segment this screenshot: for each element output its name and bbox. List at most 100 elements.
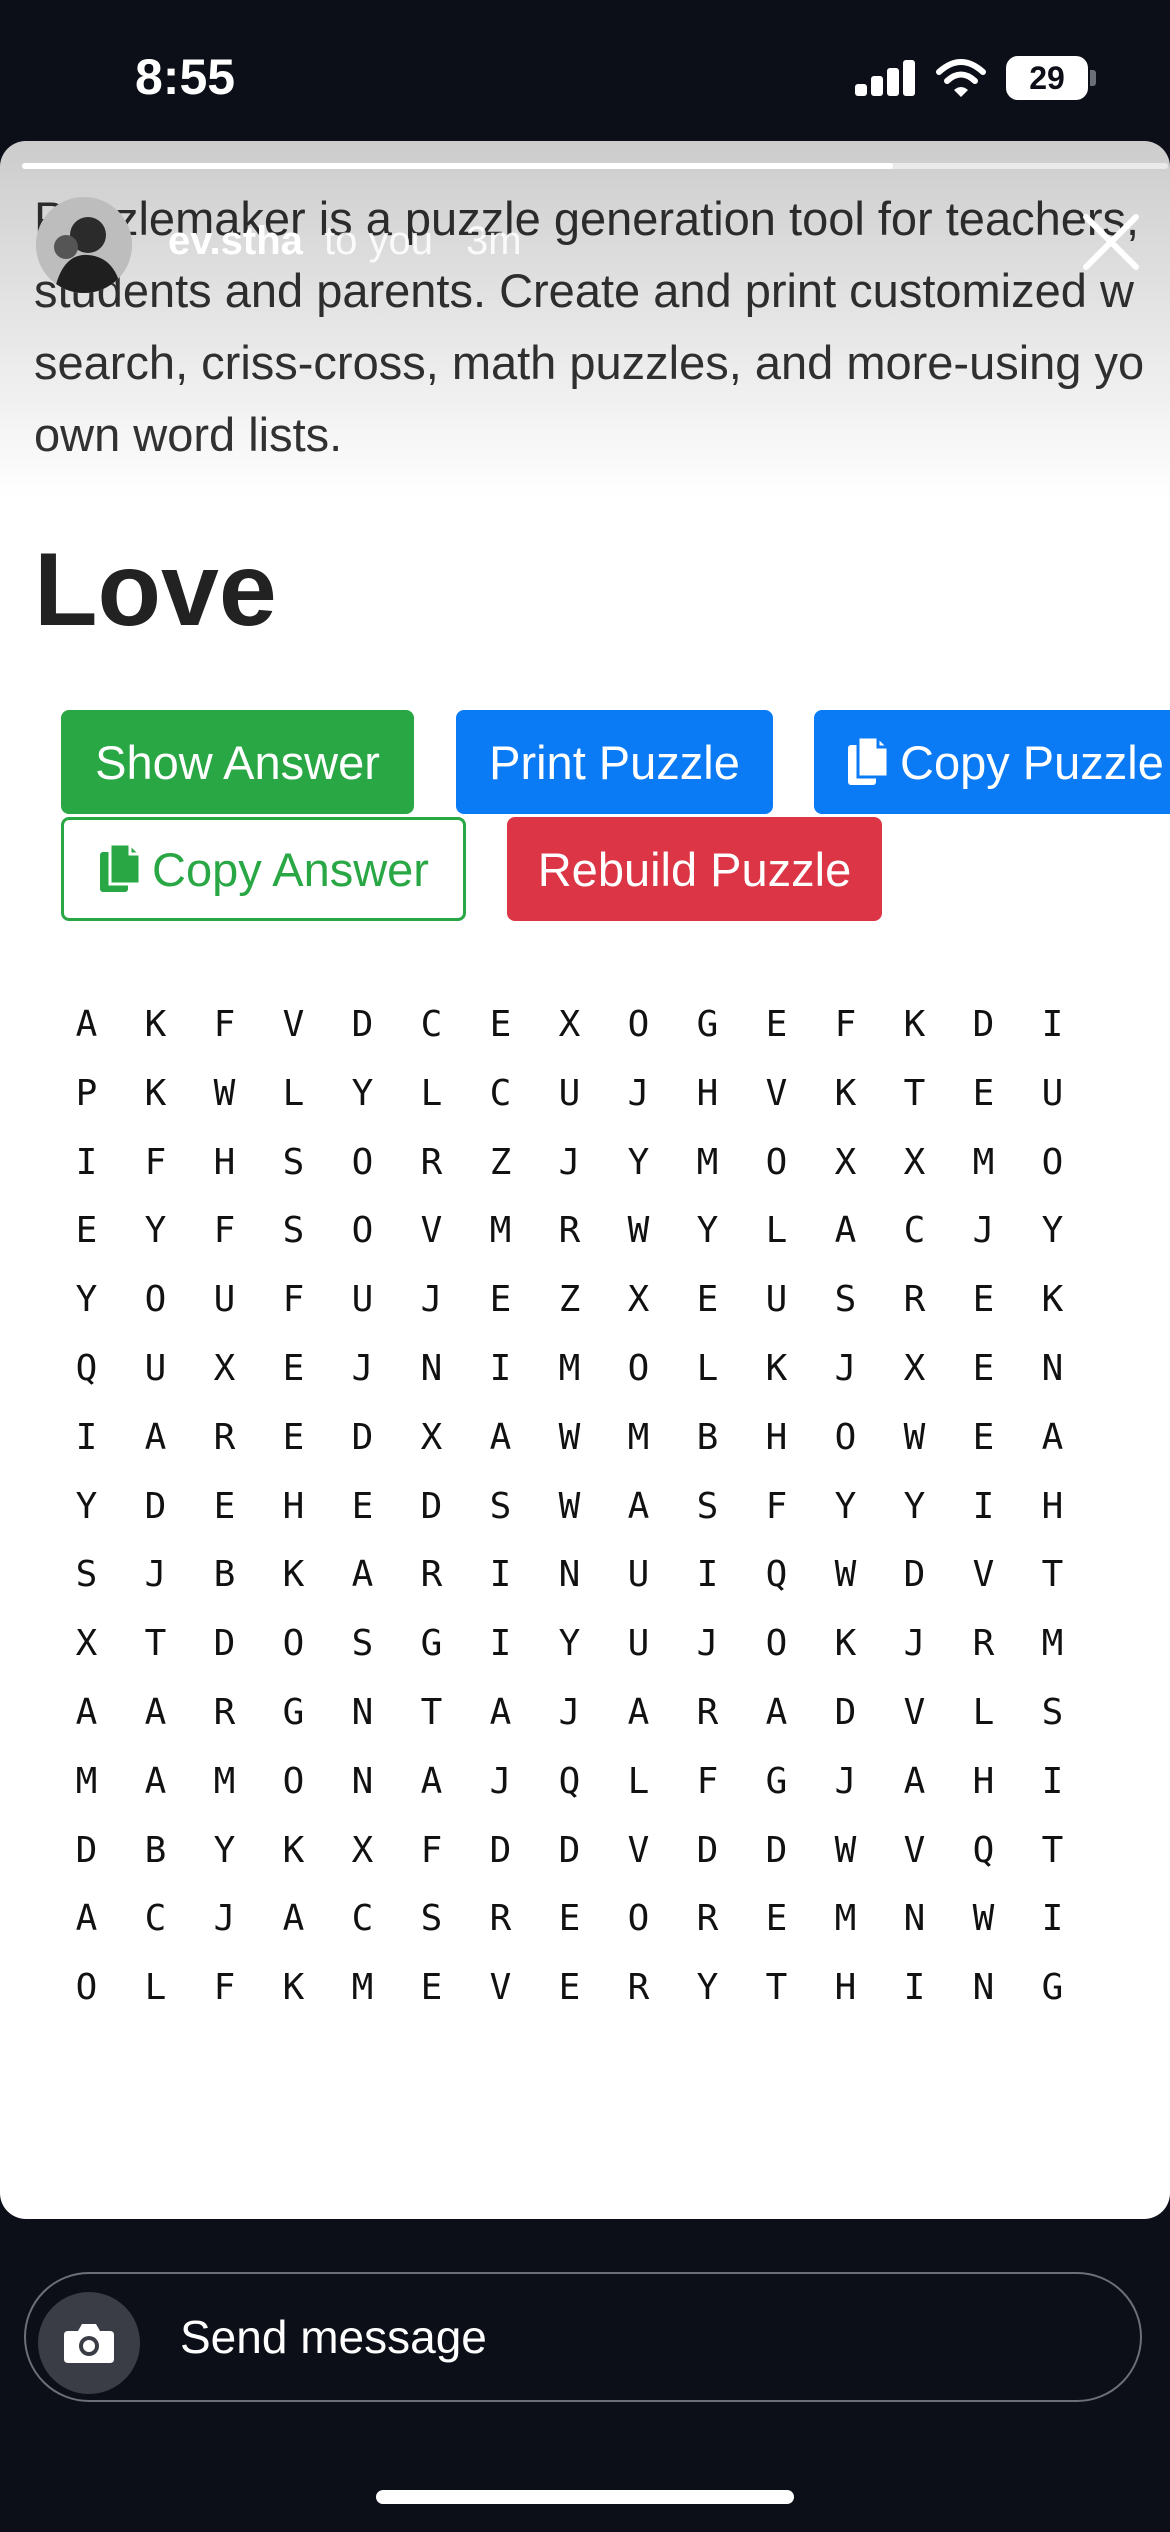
grid-cell: J: [627, 1072, 650, 1114]
grid-cell: Y: [558, 1623, 581, 1665]
copy-puzzle-button[interactable]: Copy Puzzle: [814, 710, 1170, 814]
grid-cell: E: [420, 1967, 443, 2009]
grid-cell: E: [282, 1347, 305, 1389]
grid-cell: S: [696, 1485, 719, 1527]
grid-cell: U: [627, 1554, 650, 1596]
grid-cell: I: [489, 1623, 512, 1665]
grid-cell: N: [903, 1898, 926, 1940]
grid-cell: A: [765, 1691, 788, 1733]
grid-cell: D: [420, 1485, 443, 1527]
grid-cell: J: [144, 1554, 167, 1596]
grid-cell: Y: [834, 1485, 857, 1527]
story-username[interactable]: ev.stha: [168, 219, 303, 264]
grid-cell: T: [1041, 1829, 1064, 1871]
grid-cell: L: [972, 1691, 995, 1733]
grid-cell: E: [972, 1072, 995, 1114]
home-indicator: [376, 2490, 794, 2504]
grid-cell: Y: [351, 1072, 374, 1114]
grid-cell: K: [144, 1072, 167, 1114]
grid-cell: J: [834, 1760, 857, 1802]
grid-cell: O: [1041, 1141, 1064, 1183]
copy-answer-button[interactable]: Copy Answer: [61, 817, 466, 921]
grid-cell: I: [903, 1967, 926, 2009]
grid-cell: R: [420, 1554, 443, 1596]
grid-cell: O: [834, 1416, 857, 1458]
grid-cell: L: [696, 1347, 719, 1389]
grid-cell: E: [765, 1004, 788, 1045]
grid-cell: D: [351, 1416, 374, 1458]
grid-cell: M: [489, 1210, 512, 1252]
rebuild-puzzle-button[interactable]: Rebuild Puzzle: [507, 817, 882, 921]
grid-cell: I: [489, 1554, 512, 1596]
grid-cell: J: [351, 1347, 374, 1389]
grid-cell: S: [420, 1898, 443, 1940]
grid-cell: Q: [765, 1554, 788, 1596]
battery-cap: [1090, 70, 1096, 86]
grid-cell: E: [213, 1485, 236, 1527]
close-icon[interactable]: [1076, 207, 1146, 277]
grid-cell: K: [834, 1072, 857, 1114]
grid-cell: E: [972, 1279, 995, 1321]
grid-cell: J: [558, 1141, 581, 1183]
grid-cell: E: [75, 1210, 98, 1252]
print-puzzle-button[interactable]: Print Puzzle: [456, 710, 773, 814]
grid-cell: L: [282, 1072, 305, 1114]
grid-cell: J: [213, 1898, 236, 1940]
grid-cell: K: [834, 1623, 857, 1665]
grid-cell: E: [489, 1004, 512, 1045]
grid-cell: I: [1041, 1760, 1064, 1802]
grid-cell: A: [627, 1691, 650, 1733]
grid-cell: Q: [75, 1347, 98, 1389]
grid-cell: M: [696, 1141, 719, 1183]
grid-cell: E: [696, 1279, 719, 1321]
camera-button[interactable]: [38, 2292, 140, 2394]
copy-icon: [848, 735, 890, 785]
story-card[interactable]: Puzzlemaker is a puzzle generation tool …: [0, 141, 1170, 2219]
grid-cell: V: [420, 1210, 443, 1252]
grid-cell: C: [351, 1898, 374, 1940]
grid-cell: O: [765, 1623, 788, 1665]
show-answer-label: Show Answer: [95, 735, 380, 789]
battery-level: 29: [1029, 59, 1065, 96]
grid-cell: G: [420, 1623, 443, 1665]
status-time: 8:55: [135, 49, 236, 105]
grid-cell: M: [558, 1347, 581, 1389]
grid-cell: F: [144, 1141, 167, 1183]
grid-cell: J: [489, 1760, 512, 1802]
grid-cell: T: [420, 1691, 443, 1733]
grid-cell: F: [696, 1760, 719, 1802]
grid-cell: V: [282, 1004, 305, 1045]
show-answer-button[interactable]: Show Answer: [61, 710, 414, 814]
grid-cell: M: [351, 1967, 374, 2009]
grid-cell: X: [834, 1141, 857, 1183]
grid-cell: E: [765, 1898, 788, 1940]
grid-cell: F: [765, 1485, 788, 1527]
grid-cell: R: [213, 1691, 236, 1733]
grid-cell: X: [213, 1347, 236, 1389]
grid-cell: D: [75, 1829, 98, 1871]
grid-cell: S: [282, 1141, 305, 1183]
grid-cell: J: [696, 1623, 719, 1665]
grid-cell: U: [627, 1623, 650, 1665]
grid-cell: C: [489, 1072, 512, 1114]
grid-cell: D: [213, 1623, 236, 1665]
grid-cell: O: [144, 1279, 167, 1321]
intro-line: own word lists.: [34, 408, 343, 461]
grid-cell: X: [351, 1829, 374, 1871]
grid-cell: G: [765, 1760, 788, 1802]
grid-cell: I: [972, 1485, 995, 1527]
grid-cell: T: [144, 1623, 167, 1665]
grid-cell: L: [420, 1072, 443, 1114]
grid-cell: B: [696, 1416, 719, 1458]
grid-cell: U: [765, 1279, 788, 1321]
grid-cell: A: [351, 1554, 374, 1596]
grid-cell: V: [972, 1554, 995, 1596]
grid-cell: C: [144, 1898, 167, 1940]
grid-cell: R: [489, 1898, 512, 1940]
grid-cell: A: [75, 1691, 98, 1733]
grid-cell: E: [351, 1485, 374, 1527]
avatar[interactable]: [36, 197, 132, 293]
grid-cell: K: [282, 1554, 305, 1596]
grid-cell: D: [903, 1554, 926, 1596]
grid-cell: A: [489, 1691, 512, 1733]
